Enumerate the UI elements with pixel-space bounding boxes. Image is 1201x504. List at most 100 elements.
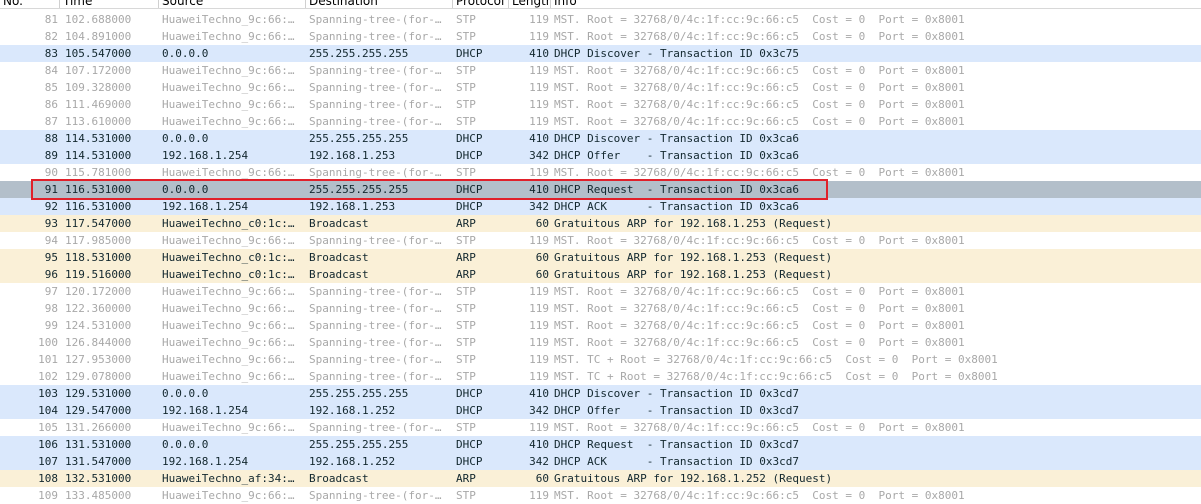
packet-number: 103 <box>38 387 58 400</box>
packet-source: HuaweiTechno_9c:66:… <box>162 13 295 26</box>
packet-number: 91 <box>44 183 58 196</box>
packet-time: 115.781000 <box>65 166 132 179</box>
packet-protocol: ARP <box>456 217 476 230</box>
table-row[interactable]: 100 126.844000 HuaweiTechno_9c:66:… Spannin… <box>0 334 1201 351</box>
column-header-protocol[interactable]: Protocol <box>453 0 509 8</box>
packet-source: HuaweiTechno_9c:66:… <box>162 115 295 128</box>
table-row[interactable]: 88 114.531000 0.0.0.0 255.255.255.255 DHCP 41… <box>0 130 1201 147</box>
table-row[interactable]: 94 117.985000 HuaweiTechno_9c:66:… Spanning… <box>0 232 1201 249</box>
table-row[interactable]: 82 104.891000 HuaweiTechno_9c:66:… Spanning… <box>0 28 1201 45</box>
packet-destination: Spanning-tree-(for-… <box>309 370 442 383</box>
packet-source: HuaweiTechno_9c:66:… <box>162 353 295 366</box>
table-row[interactable]: 95 118.531000 HuaweiTechno_c0:1c:… Broadcas… <box>0 249 1201 266</box>
packet-length: 119 <box>529 489 549 502</box>
column-header-info[interactable]: Info <box>551 0 1201 8</box>
packet-number: 82 <box>44 30 58 43</box>
packet-info: DHCP ACK - Transaction ID 0x3cd7 <box>554 455 800 468</box>
table-row[interactable]: 85 109.328000 HuaweiTechno_9c:66:… Spanning… <box>0 79 1201 96</box>
column-header-time[interactable]: Time <box>60 0 159 8</box>
packet-destination: Broadcast <box>309 472 369 485</box>
packet-length: 119 <box>529 421 549 434</box>
table-row[interactable]: 99 124.531000 HuaweiTechno_9c:66:… Spanning… <box>0 317 1201 334</box>
table-row[interactable]: 104 129.547000 192.168.1.254 192.168.1.252 D… <box>0 402 1201 419</box>
packet-protocol: DHCP <box>456 132 483 145</box>
table-row[interactable]: 87 113.610000 HuaweiTechno_9c:66:… Spanning… <box>0 113 1201 130</box>
packet-number: 89 <box>44 149 58 162</box>
packet-info: MST. Root = 32768/0/4c:1f:cc:9c:66:c5 Co… <box>554 234 965 247</box>
packet-destination: 255.255.255.255 <box>309 183 409 196</box>
packet-number: 100 <box>38 336 58 349</box>
packet-info: MST. Root = 32768/0/4c:1f:cc:9c:66:c5 Co… <box>554 30 965 43</box>
packet-time: 120.172000 <box>65 285 132 298</box>
packet-destination: Spanning-tree-(for-… <box>309 81 442 94</box>
table-row[interactable]: 83 105.547000 0.0.0.0 255.255.255.255 DHCP 41… <box>0 45 1201 62</box>
table-row[interactable]: 86 111.469000 HuaweiTechno_9c:66:… Spanning… <box>0 96 1201 113</box>
packet-info: MST. Root = 32768/0/4c:1f:cc:9c:66:c5 Co… <box>554 336 965 349</box>
table-row[interactable]: 97 120.172000 HuaweiTechno_9c:66:… Spanning… <box>0 283 1201 300</box>
packet-protocol: DHCP <box>456 438 483 451</box>
packet-time: 116.531000 <box>65 200 132 213</box>
packet-source: 192.168.1.254 <box>162 455 249 468</box>
table-row[interactable]: 90 115.781000 HuaweiTechno_9c:66:… Spanning… <box>0 164 1201 181</box>
packet-destination: Spanning-tree-(for-… <box>309 166 442 179</box>
table-row[interactable]: 81 102.688000 HuaweiTechno_9c:66:… Spanning… <box>0 11 1201 28</box>
table-row[interactable]: 107 131.547000 192.168.1.254 192.168.1.252 D… <box>0 453 1201 470</box>
packet-info: Gratuitous ARP for 192.168.1.253 (Reques… <box>554 268 833 281</box>
table-row[interactable]: 108 132.531000 HuaweiTechno_af:34:… Broadca… <box>0 470 1201 487</box>
table-row[interactable]: 84 107.172000 HuaweiTechno_9c:66:… Spanning… <box>0 62 1201 79</box>
table-row[interactable]: 89 114.531000 192.168.1.254 192.168.1.253 DH… <box>0 147 1201 164</box>
column-header-no[interactable]: No. <box>0 0 60 8</box>
packet-destination: Spanning-tree-(for-… <box>309 13 442 26</box>
table-row[interactable]: 101 127.953000 HuaweiTechno_9c:66:… Spannin… <box>0 351 1201 368</box>
packet-length: 60 <box>535 217 549 230</box>
packet-length: 119 <box>529 13 549 26</box>
packet-time: 109.328000 <box>65 81 132 94</box>
table-row[interactable]: 96 119.516000 HuaweiTechno_c0:1c:… Broadcas… <box>0 266 1201 283</box>
packet-length: 342 <box>529 455 549 468</box>
packet-info: MST. Root = 32768/0/4c:1f:cc:9c:66:c5 Co… <box>554 285 965 298</box>
packet-protocol: ARP <box>456 251 476 264</box>
packet-length: 410 <box>529 438 549 451</box>
packet-destination: 255.255.255.255 <box>309 47 409 60</box>
packet-number: 104 <box>38 404 58 417</box>
packet-destination: Spanning-tree-(for-… <box>309 319 442 332</box>
column-header-length[interactable]: Length <box>509 0 551 8</box>
table-row[interactable]: 93 117.547000 HuaweiTechno_c0:1c:… Broadcas… <box>0 215 1201 232</box>
table-row[interactable]: 102 129.078000 HuaweiTechno_9c:66:… Spannin… <box>0 368 1201 385</box>
packet-protocol: STP <box>456 81 476 94</box>
table-row-selected[interactable]: 91 116.531000 0.0.0.0 255.255.255.255 DHCP 41… <box>0 181 1201 198</box>
packet-destination: 192.168.1.253 <box>309 200 396 213</box>
packet-source: 0.0.0.0 <box>162 47 209 60</box>
packet-source: HuaweiTechno_9c:66:… <box>162 81 295 94</box>
table-row[interactable]: 106 131.531000 0.0.0.0 255.255.255.255 DHCP 4… <box>0 436 1201 453</box>
packet-number: 81 <box>44 13 58 26</box>
table-row[interactable]: 92 116.531000 192.168.1.254 192.168.1.253 DH… <box>0 198 1201 215</box>
packet-source: HuaweiTechno_9c:66:… <box>162 319 295 332</box>
table-row[interactable]: 98 122.360000 HuaweiTechno_9c:66:… Spanning… <box>0 300 1201 317</box>
packet-info: MST. Root = 32768/0/4c:1f:cc:9c:66:c5 Co… <box>554 98 965 111</box>
packet-info: MST. Root = 32768/0/4c:1f:cc:9c:66:c5 Co… <box>554 319 965 332</box>
packet-list-header: No. Time Source Destination Protocol Len… <box>0 0 1201 9</box>
packet-info: DHCP Discover - Transaction ID 0x3c75 <box>554 47 800 60</box>
packet-info: MST. Root = 32768/0/4c:1f:cc:9c:66:c5 Co… <box>554 81 965 94</box>
packet-number: 88 <box>44 132 58 145</box>
packet-time: 132.531000 <box>65 472 132 485</box>
packet-time: 111.469000 <box>65 98 132 111</box>
table-row[interactable]: 105 131.266000 HuaweiTechno_9c:66:… Spannin… <box>0 419 1201 436</box>
packet-number: 90 <box>44 166 58 179</box>
table-row[interactable]: 109 133.485000 HuaweiTechno_9c:66:… Spannin… <box>0 487 1201 504</box>
packet-source: 192.168.1.254 <box>162 404 249 417</box>
column-header-source[interactable]: Source <box>159 0 306 8</box>
packet-source: 192.168.1.254 <box>162 149 249 162</box>
packet-length: 119 <box>529 302 549 315</box>
column-header-destination[interactable]: Destination <box>306 0 453 8</box>
packet-protocol: STP <box>456 115 476 128</box>
packet-destination: 255.255.255.255 <box>309 387 409 400</box>
packet-protocol: STP <box>456 370 476 383</box>
table-row[interactable]: 103 129.531000 0.0.0.0 255.255.255.255 DHCP 4… <box>0 385 1201 402</box>
packet-length: 342 <box>529 149 549 162</box>
packet-protocol: DHCP <box>456 200 483 213</box>
packet-destination: Broadcast <box>309 251 369 264</box>
packet-number: 102 <box>38 370 58 383</box>
packet-time: 129.531000 <box>65 387 132 400</box>
